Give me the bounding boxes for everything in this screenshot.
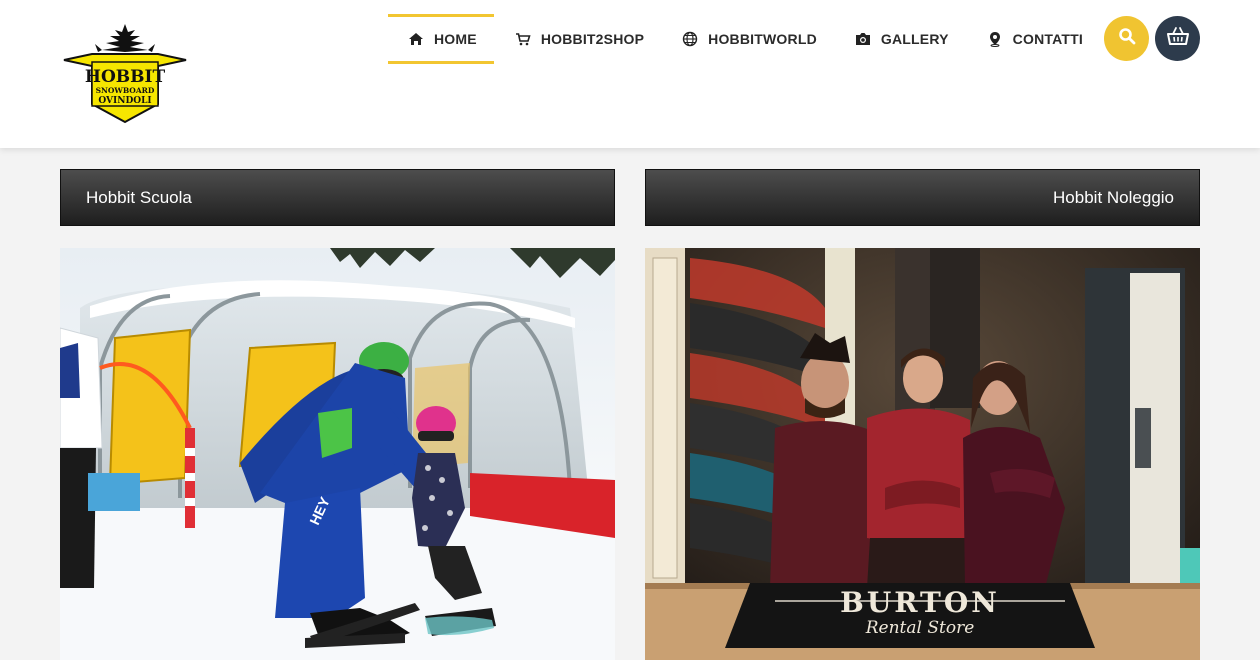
- section-title-noleggio: Hobbit Noleggio: [1053, 187, 1174, 207]
- basket-icon: [1166, 26, 1189, 51]
- svg-text:OVINDOLI: OVINDOLI: [98, 96, 151, 106]
- home-icon: [408, 31, 424, 47]
- main-nav: HOME HOBBIT2SHOP HOBBITWORLD GALLERY CON…: [388, 14, 1100, 64]
- rental-store-image: BURTON Rental Store: [645, 248, 1200, 660]
- rental-store-sign-text: Rental Store: [865, 618, 975, 638]
- burton-sign-text: BURTON: [840, 586, 1000, 619]
- globe-icon: [682, 31, 698, 47]
- section-bar-noleggio[interactable]: Hobbit Noleggio: [645, 169, 1200, 226]
- search-button[interactable]: [1104, 16, 1149, 61]
- search-icon: [1118, 27, 1136, 50]
- hobbit-logo-image: HOBBIT SNOWBOARD OVINDOLI: [63, 24, 187, 124]
- location-pin-icon: [987, 31, 1003, 47]
- snowboard-lesson-photo[interactable]: HEY: [60, 248, 615, 660]
- site-logo[interactable]: HOBBIT SNOWBOARD OVINDOLI: [62, 22, 188, 124]
- nav-home[interactable]: HOME: [388, 14, 494, 64]
- nav-hobbitworld-label: HOBBITWORLD: [708, 31, 817, 47]
- nav-hobbitworld[interactable]: HOBBITWORLD: [665, 14, 834, 64]
- snowboard-lesson-image: HEY: [60, 248, 615, 660]
- section-bar-scuola[interactable]: Hobbit Scuola: [60, 169, 615, 226]
- svg-text:HOBBIT: HOBBIT: [85, 67, 166, 87]
- nav-contatti-label: CONTATTI: [1012, 31, 1083, 47]
- camera-icon: [855, 31, 871, 47]
- site-header: HOBBIT SNOWBOARD OVINDOLI HOME HOBBIT2SH…: [0, 0, 1260, 148]
- section-title-scuola: Hobbit Scuola: [86, 187, 192, 207]
- nav-gallery[interactable]: GALLERY: [838, 14, 966, 64]
- nav-hobbit2shop[interactable]: HOBBIT2SHOP: [498, 14, 661, 64]
- svg-text:SNOWBOARD: SNOWBOARD: [96, 86, 155, 95]
- nav-home-label: HOME: [434, 31, 477, 47]
- rental-store-photo[interactable]: BURTON Rental Store: [645, 248, 1200, 660]
- cart-icon: [515, 31, 531, 47]
- nav-hobbit2shop-label: HOBBIT2SHOP: [540, 31, 645, 47]
- nav-gallery-label: GALLERY: [880, 31, 949, 47]
- nav-contatti[interactable]: CONTATTI: [970, 14, 1100, 64]
- basket-button[interactable]: [1155, 16, 1200, 61]
